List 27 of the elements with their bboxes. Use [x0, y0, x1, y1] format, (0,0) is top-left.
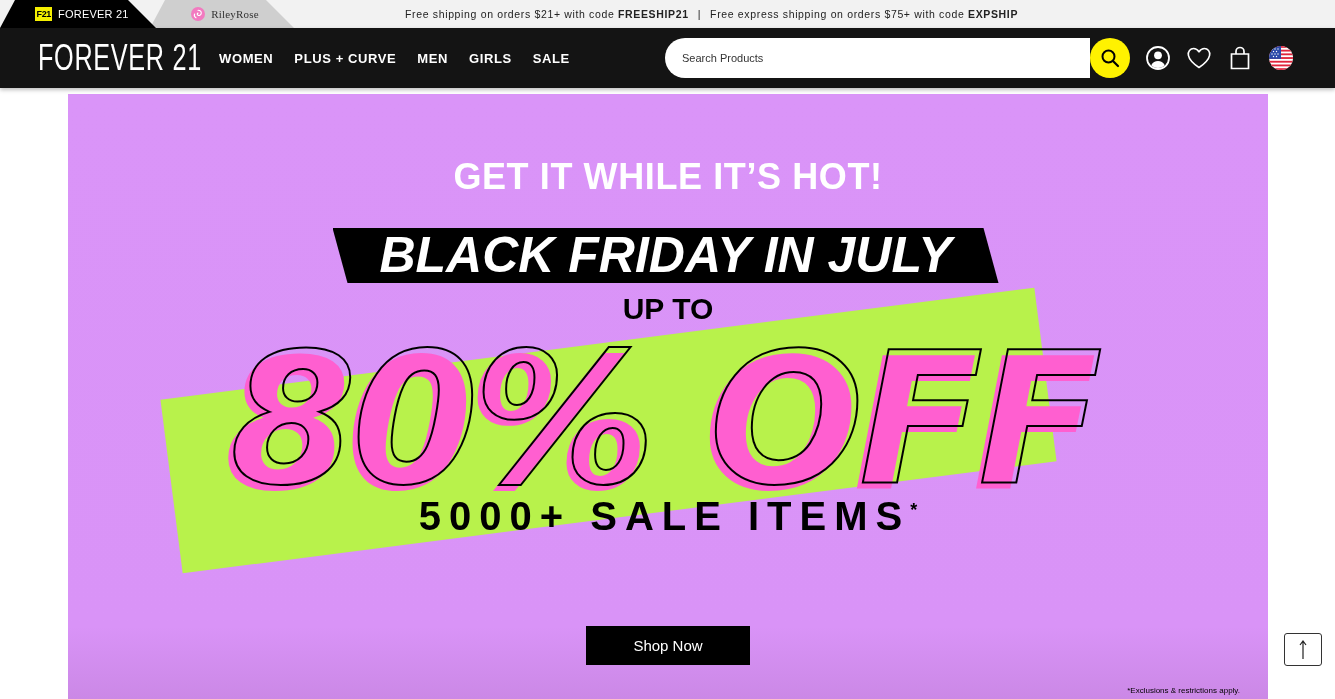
logo-badge: F21 — [35, 7, 53, 21]
nav-link[interactable]: PLUS + CURVE — [294, 50, 397, 66]
arrow-up-icon[interactable] — [1299, 639, 1307, 660]
scroll-top-button[interactable] — [1284, 633, 1322, 666]
search-button[interactable] — [1090, 38, 1130, 78]
sale-headline: BLACK FRIDAY IN JULY — [332, 228, 999, 283]
disclaimer-text: *Exclusions & restrictions apply. — [1127, 686, 1240, 696]
promo-message: Free shipping on orders $21+ with code FREESHIP21 — [405, 8, 689, 20]
user-icon[interactable] — [1146, 46, 1170, 70]
shop-now-button[interactable]: Shop Now — [586, 626, 750, 665]
nav-link[interactable]: GIRLS — [469, 50, 512, 66]
nav-link[interactable]: SALE — [532, 50, 570, 66]
promo-divider: | — [697, 8, 702, 20]
brand-logo[interactable]: FOREVER 21 — [38, 40, 202, 76]
flag-icon[interactable] — [1269, 46, 1293, 70]
promo-message: Free express shipping on orders $75+ with code EXPSHIP — [710, 8, 1019, 20]
heart-icon[interactable] — [1187, 46, 1211, 70]
brand-tab[interactable]: RileyRose — [150, 0, 294, 28]
search-icon[interactable] — [1100, 48, 1120, 68]
nav-link[interactable]: WOMEN — [219, 50, 274, 66]
brand-tab[interactable]: F21 FOREVER 21 — [0, 0, 156, 28]
search-field[interactable]: Search Products — [665, 38, 1090, 78]
flower-icon — [191, 7, 206, 21]
bag-icon[interactable] — [1228, 46, 1252, 70]
nav-link[interactable]: MEN — [417, 50, 449, 66]
discount-lead: UP TO — [622, 295, 714, 323]
banner-tagline: GET IT WHILE IT’S HOT! — [453, 159, 883, 195]
